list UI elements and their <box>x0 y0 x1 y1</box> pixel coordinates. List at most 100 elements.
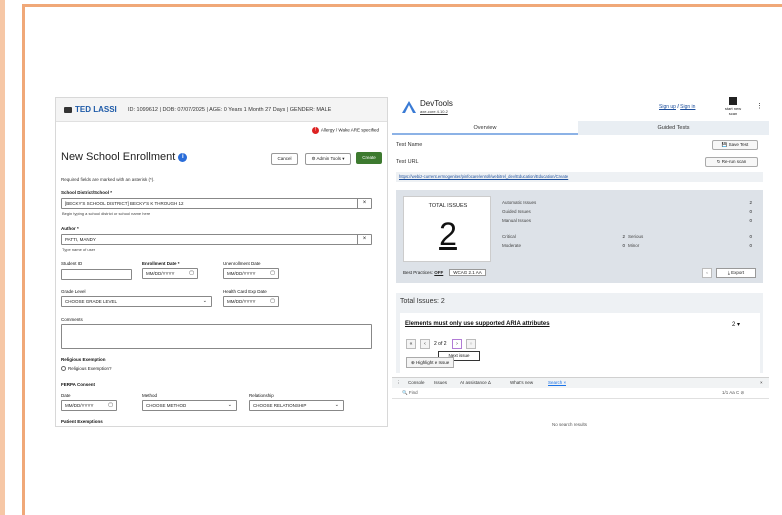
tab-overview[interactable]: Overview <box>392 121 578 135</box>
folder-icon <box>64 106 72 113</box>
issues-area: Total Issues: 2 Elements must only use s… <box>396 293 763 373</box>
screenshot-frame: TED LASSI ID: 1099612 | DOB: 07/07/2025 … <box>0 0 782 515</box>
author-input[interactable]: PATTI, MANDY × <box>61 234 372 245</box>
orange-border-outer <box>0 0 5 515</box>
auth-links: Sign up / Sign in <box>659 104 696 110</box>
patient-exemptions-label: Patient Exemptions <box>61 419 103 424</box>
wcag-select[interactable]: WCAG 2.1 AA <box>449 269 486 276</box>
no-search-results: No search results <box>552 422 588 427</box>
enrollment-date-input[interactable]: MM/DD/YYYY ▢ <box>142 268 198 279</box>
clear-district-icon[interactable]: × <box>357 198 371 209</box>
rerun-scan-button[interactable]: ↻ Re-run scan <box>705 157 758 167</box>
enrollment-date-label: Enrollment Date * <box>142 261 180 266</box>
religious-option[interactable]: Religious Exemption? <box>61 366 112 372</box>
method-select[interactable]: CHOOSE METHOD ⌄ <box>142 400 237 411</box>
total-issues-box: TOTAL ISSUES 2 <box>403 196 491 262</box>
find-bar: 🔍 Find 1/1 Aa C ⊘ <box>392 388 769 399</box>
chevron-down-icon: ⌄ <box>202 298 207 304</box>
author-label: Author * <box>61 226 79 231</box>
devtools-logo-icon <box>402 101 416 113</box>
calendar-icon[interactable]: ▢ <box>189 269 194 278</box>
issue-count-toggle[interactable]: 2 ▾ <box>732 321 740 328</box>
unenrollment-date-label: Unenrollment Date <box>223 261 261 266</box>
unenrollment-date-input[interactable]: MM/DD/YYYY ▢ <box>223 268 279 279</box>
close-drawer-icon[interactable]: × <box>760 380 763 385</box>
grade-label: Grade Level <box>61 289 86 294</box>
chevron-down-icon: ⌄ <box>227 402 232 408</box>
devtools-tabs: Overview Guided Tests <box>392 121 769 135</box>
highlight-button[interactable]: ⊕ Highlight e Issue <box>406 357 455 368</box>
date-label: Date <box>61 393 71 398</box>
tab-guided-tests[interactable]: Guided Tests <box>578 121 769 135</box>
share-icon[interactable]: < <box>702 268 712 278</box>
export-button[interactable]: ⤓ Export <box>716 268 756 278</box>
district-hint: Begin typing a school district or school… <box>62 211 151 216</box>
patient-meta: ID: 1099612 | DOB: 07/07/2025 | AGE: 0 Y… <box>128 107 332 113</box>
info-icon[interactable]: i <box>178 152 188 162</box>
sign-up-link[interactable]: Sign up <box>659 104 676 110</box>
test-url-link[interactable]: https://webiz-current.errnogeniter/pinfo… <box>396 172 763 182</box>
orange-border-top <box>22 4 782 7</box>
devtools-panel: DevTools axe-core 4.10.2 Sign up / Sign … <box>392 97 769 427</box>
tab-whats-new[interactable]: What's new <box>510 380 533 385</box>
total-issues-count[interactable]: 2 <box>404 217 492 251</box>
first-issue-button[interactable]: « <box>406 339 416 349</box>
issue-card: Elements must only use supported ARIA at… <box>400 313 760 373</box>
district-label: School District/School * <box>61 190 113 195</box>
calendar-icon[interactable]: ▢ <box>270 297 275 306</box>
chevron-down-icon: ⌄ <box>334 402 339 408</box>
method-label: Method <box>142 393 158 398</box>
allergy-badge[interactable]: ! Allergy / Wake ARE specified <box>311 127 379 134</box>
calendar-icon[interactable]: ▢ <box>270 269 275 278</box>
create-button[interactable]: Create <box>356 152 382 164</box>
cancel-button[interactable]: Cancel <box>271 153 298 165</box>
enrollment-app-panel: TED LASSI ID: 1099612 | DOB: 07/07/2025 … <box>55 97 388 427</box>
find-input[interactable]: 🔍 Find <box>402 390 418 396</box>
tab-issues[interactable]: Issues <box>434 380 447 385</box>
grade-select[interactable]: CHOOSE GRADE LEVEL ⌄ <box>61 296 212 307</box>
author-hint: Type name of user <box>62 247 96 252</box>
sign-in-link[interactable]: Sign in <box>680 104 695 110</box>
student-id-label: Student ID <box>61 261 83 266</box>
calendar-icon[interactable]: ▢ <box>108 401 113 410</box>
relationship-select[interactable]: CHOOSE RELATIONSHIP ⌄ <box>249 400 344 411</box>
axe-version-link[interactable]: axe-core 4.10.2 <box>420 109 448 114</box>
next-issue-button[interactable]: › <box>452 339 462 349</box>
district-input[interactable]: [BECKY'S SCHOOL DISTRICT] BECKY'S K THRO… <box>61 198 372 209</box>
tab-console[interactable]: Console <box>408 380 425 385</box>
issue-pager: 2 of 2 <box>434 341 447 347</box>
health-card-label: Health Card Exp Date <box>223 289 267 294</box>
issue-title-link[interactable]: Elements must only use supported ARIA at… <box>405 321 550 327</box>
save-test-button[interactable]: 💾 Save Test <box>712 140 758 150</box>
devtools-title: DevTools <box>420 99 453 108</box>
patient-name[interactable]: TED LASSI <box>64 105 117 114</box>
health-card-date-input[interactable]: MM/DD/YYYY ▢ <box>223 296 279 307</box>
more-options-icon[interactable]: ⋮ <box>756 102 763 110</box>
form-title: New School Enrollment i <box>61 151 188 163</box>
find-options[interactable]: 1/1 Aa C ⊘ <box>722 390 744 396</box>
best-practices-toggle[interactable]: Best Practices: OFF WCAG 2.1 AA <box>403 269 486 276</box>
required-note: Required fields are marked with an aster… <box>61 177 155 182</box>
last-issue-button[interactable]: » <box>466 339 476 349</box>
previous-issue-button[interactable]: ‹ <box>420 339 430 349</box>
clear-author-icon[interactable]: × <box>357 234 371 245</box>
tab-search[interactable]: Search × <box>548 380 567 386</box>
scan-summary: TOTAL ISSUES 2 Automatic Issues 2 Guided… <box>396 190 763 283</box>
student-id-input[interactable] <box>61 269 132 280</box>
relationship-label: Relationship <box>249 393 274 398</box>
drawer-more-icon[interactable]: ⋮ <box>396 380 401 386</box>
patient-header: TED LASSI ID: 1099612 | DOB: 07/07/2025 … <box>56 98 387 122</box>
tab-ai-assistance[interactable]: AI assistance ∆ <box>460 380 491 385</box>
admin-tools-button[interactable]: ⚙ Admin Tools ▾ <box>305 153 351 165</box>
comments-textarea[interactable] <box>61 324 372 349</box>
radio-icon[interactable] <box>61 366 66 372</box>
comments-label: Comments <box>61 317 83 322</box>
ferpa-label: FERPA Consent <box>61 382 96 387</box>
alert-icon: ! <box>311 127 319 134</box>
orange-border-left <box>22 4 25 515</box>
start-new-scan-button[interactable]: start new scan <box>722 97 744 116</box>
religious-label: Religious Exemption <box>61 357 106 362</box>
ferpa-date-input[interactable]: MM/DD/YYYY ▢ <box>61 400 117 411</box>
total-issues-heading: Total Issues: 2 <box>400 298 445 305</box>
scan-icon <box>729 97 737 105</box>
